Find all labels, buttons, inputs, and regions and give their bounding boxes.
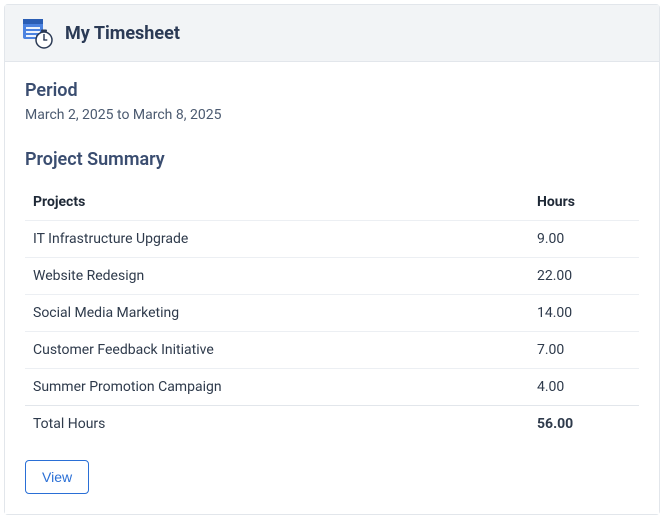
project-name: Summer Promotion Campaign bbox=[25, 369, 529, 406]
card-header: My Timesheet bbox=[5, 5, 659, 62]
project-hours: 22.00 bbox=[529, 258, 639, 295]
timesheet-icon bbox=[21, 17, 53, 49]
table-row: IT Infrastructure Upgrade 9.00 bbox=[25, 221, 639, 258]
table-row: Summer Promotion Campaign 4.00 bbox=[25, 369, 639, 406]
timesheet-card: My Timesheet Period March 2, 2025 to Mar… bbox=[4, 4, 660, 515]
col-hours: Hours bbox=[529, 184, 639, 221]
project-name: IT Infrastructure Upgrade bbox=[25, 221, 529, 258]
project-hours: 9.00 bbox=[529, 221, 639, 258]
project-hours: 4.00 bbox=[529, 369, 639, 406]
period-value: March 2, 2025 to March 8, 2025 bbox=[25, 107, 639, 123]
table-row: Social Media Marketing 14.00 bbox=[25, 295, 639, 332]
card-title: My Timesheet bbox=[65, 23, 180, 44]
card-body: Period March 2, 2025 to March 8, 2025 Pr… bbox=[5, 62, 659, 514]
table-row: Customer Feedback Initiative 7.00 bbox=[25, 332, 639, 369]
table-row: Website Redesign 22.00 bbox=[25, 258, 639, 295]
project-name: Social Media Marketing bbox=[25, 295, 529, 332]
project-name: Customer Feedback Initiative bbox=[25, 332, 529, 369]
project-summary-table: Projects Hours IT Infrastructure Upgrade… bbox=[25, 184, 639, 442]
view-button[interactable]: View bbox=[25, 460, 89, 494]
col-projects: Projects bbox=[25, 184, 529, 221]
table-total-row: Total Hours 56.00 bbox=[25, 406, 639, 443]
period-label: Period bbox=[25, 80, 639, 101]
total-label: Total Hours bbox=[25, 406, 529, 443]
project-name: Website Redesign bbox=[25, 258, 529, 295]
total-hours: 56.00 bbox=[529, 406, 639, 443]
project-hours: 7.00 bbox=[529, 332, 639, 369]
summary-title: Project Summary bbox=[25, 149, 639, 170]
project-hours: 14.00 bbox=[529, 295, 639, 332]
table-header-row: Projects Hours bbox=[25, 184, 639, 221]
